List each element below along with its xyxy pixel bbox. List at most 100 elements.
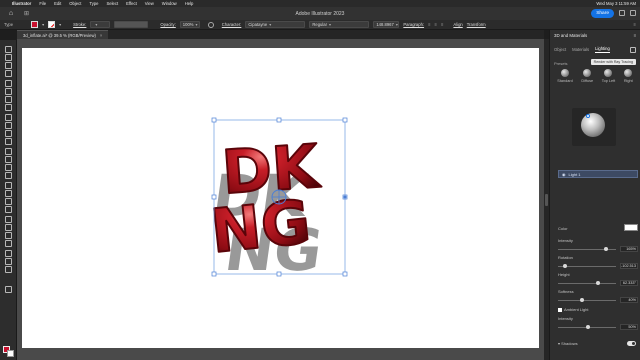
preset-standard[interactable]: Standard bbox=[557, 69, 573, 83]
mesh-tool-icon[interactable] bbox=[4, 190, 12, 197]
symbol-sprayer-tool-icon[interactable] bbox=[4, 224, 12, 231]
workspace-icon[interactable]: ⊞ bbox=[24, 10, 29, 17]
resize-handle[interactable] bbox=[211, 271, 217, 277]
variable-width-profile[interactable] bbox=[114, 21, 149, 28]
type-tool-icon[interactable] bbox=[4, 88, 12, 95]
lasso-tool-icon[interactable] bbox=[4, 70, 12, 77]
height-field[interactable]: 62.333° bbox=[620, 280, 638, 286]
chevron-down-icon[interactable]: ▾ bbox=[558, 341, 560, 346]
preset-diffuse[interactable]: Diffuse bbox=[581, 69, 593, 83]
light-color-swatch[interactable] bbox=[624, 224, 638, 231]
transform-link[interactable]: Transform bbox=[467, 22, 486, 27]
panel-menu-icon[interactable]: ≡ bbox=[633, 33, 636, 38]
gradient-tool-icon[interactable] bbox=[4, 198, 12, 205]
artboard-tool-icon[interactable] bbox=[4, 240, 12, 247]
slider-knob[interactable] bbox=[604, 247, 608, 251]
menu-illustrator[interactable]: Illustrator bbox=[12, 1, 31, 6]
hand-tool-icon[interactable] bbox=[4, 258, 12, 265]
menu-view[interactable]: View bbox=[145, 1, 154, 6]
menu-type[interactable]: Type bbox=[89, 1, 98, 6]
intensity-slider[interactable] bbox=[558, 247, 616, 251]
font-style-field[interactable]: Regular bbox=[309, 21, 370, 28]
width-tool-icon[interactable] bbox=[4, 156, 12, 163]
rotation-slider[interactable] bbox=[558, 264, 616, 268]
canvas-area[interactable]: DK NG DK NG bbox=[17, 39, 544, 360]
resize-handle[interactable] bbox=[211, 117, 217, 123]
align-center-icon[interactable]: ≡ bbox=[435, 22, 437, 27]
tab-materials[interactable]: Materials bbox=[572, 47, 589, 52]
eraser-tool-icon[interactable] bbox=[4, 130, 12, 137]
align-left-icon[interactable]: ≡ bbox=[428, 22, 430, 27]
shape-builder-tool-icon[interactable] bbox=[4, 172, 12, 179]
font-size-field[interactable]: 148.8967 bbox=[373, 21, 400, 28]
preset-top-left[interactable]: Top Left bbox=[602, 69, 615, 83]
stroke-weight-field[interactable] bbox=[90, 21, 111, 28]
edit-toolbar-icon[interactable] bbox=[4, 286, 12, 293]
softness-slider[interactable] bbox=[558, 298, 616, 302]
slider-knob[interactable] bbox=[563, 264, 567, 268]
tab-lighting[interactable]: Lighting bbox=[595, 46, 610, 53]
align-link[interactable]: Align bbox=[453, 22, 462, 27]
scale-tool-icon[interactable] bbox=[4, 148, 12, 155]
resize-handle[interactable] bbox=[276, 271, 282, 277]
resize-handle[interactable] bbox=[342, 271, 348, 277]
paintbrush-tool-icon[interactable] bbox=[4, 114, 12, 121]
chevron-down-icon[interactable]: ▾ bbox=[59, 22, 61, 27]
eye-icon[interactable]: ◉ bbox=[562, 172, 566, 177]
render-icon[interactable] bbox=[630, 46, 636, 53]
rectangle-tool-icon[interactable] bbox=[4, 104, 12, 111]
menu-select[interactable]: Select bbox=[106, 1, 118, 6]
artboard[interactable]: DK NG DK NG bbox=[22, 48, 539, 348]
stroke-swatch[interactable] bbox=[48, 21, 56, 28]
graph-tool-icon[interactable] bbox=[4, 232, 12, 239]
ambient-intensity-slider[interactable] bbox=[558, 325, 616, 329]
slider-knob[interactable] bbox=[596, 281, 600, 285]
align-right-icon[interactable]: ≡ bbox=[441, 22, 443, 27]
magic-wand-tool-icon[interactable] bbox=[4, 62, 12, 69]
shadows-toggle[interactable] bbox=[627, 341, 636, 346]
resize-handle[interactable] bbox=[211, 194, 217, 200]
light-preview-sphere[interactable] bbox=[572, 108, 616, 146]
slider-knob[interactable] bbox=[586, 325, 590, 329]
opacity-field[interactable]: 100% bbox=[179, 21, 200, 28]
arrange-icon[interactable] bbox=[630, 10, 636, 16]
menu-object[interactable]: Object bbox=[69, 1, 81, 6]
stroke-color-swatch[interactable] bbox=[7, 350, 14, 357]
rotate-tool-icon[interactable] bbox=[4, 138, 12, 145]
height-slider[interactable] bbox=[558, 281, 616, 285]
paragraph-link[interactable]: Paragraph: bbox=[403, 22, 424, 27]
menu-icon[interactable]: ≡ bbox=[634, 22, 636, 27]
resize-handle[interactable] bbox=[342, 117, 348, 123]
menu-window[interactable]: Window bbox=[162, 1, 177, 6]
perspective-grid-tool-icon[interactable] bbox=[4, 182, 12, 189]
tab-object[interactable]: Object bbox=[554, 47, 566, 52]
chevron-down-icon[interactable]: ▾ bbox=[42, 22, 44, 27]
slice-tool-icon[interactable] bbox=[4, 250, 12, 257]
line-tool-icon[interactable] bbox=[4, 96, 12, 103]
home-icon[interactable]: ⌂ bbox=[6, 9, 16, 18]
slider-knob[interactable] bbox=[580, 298, 584, 302]
fill-swatch[interactable] bbox=[31, 21, 39, 28]
resize-handle[interactable] bbox=[276, 117, 282, 123]
softness-field[interactable]: 40% bbox=[620, 297, 638, 303]
stroke-link[interactable]: Stroke: bbox=[73, 22, 86, 27]
light-list-item[interactable]: ◉ Light 1 bbox=[558, 170, 638, 178]
ambient-light-checkbox[interactable] bbox=[558, 307, 562, 312]
preset-right[interactable]: Right bbox=[624, 69, 633, 83]
eyedropper-tool-icon[interactable] bbox=[4, 206, 12, 213]
search-icon[interactable] bbox=[619, 10, 625, 16]
menu-help[interactable]: Help bbox=[185, 1, 194, 6]
menu-effect[interactable]: Effect bbox=[126, 1, 137, 6]
character-link[interactable]: Character: bbox=[222, 22, 242, 27]
direct-selection-tool-icon[interactable] bbox=[4, 54, 12, 61]
share-button[interactable]: Share bbox=[591, 9, 614, 18]
blend-tool-icon[interactable] bbox=[4, 216, 12, 223]
recolor-icon[interactable] bbox=[207, 21, 214, 28]
intensity-field[interactable]: 165% bbox=[620, 246, 638, 252]
menu-file[interactable]: File bbox=[39, 1, 46, 6]
scrollbar-thumb[interactable] bbox=[545, 194, 548, 206]
light-handle[interactable] bbox=[586, 114, 590, 118]
menu-edit[interactable]: Edit bbox=[54, 1, 61, 6]
artwork-3d-text[interactable]: DK NG DK NG bbox=[22, 48, 539, 348]
document-tab[interactable]: 3d_inflate.ai* @ 39.5 % (RGB/Preview) × bbox=[17, 30, 109, 39]
